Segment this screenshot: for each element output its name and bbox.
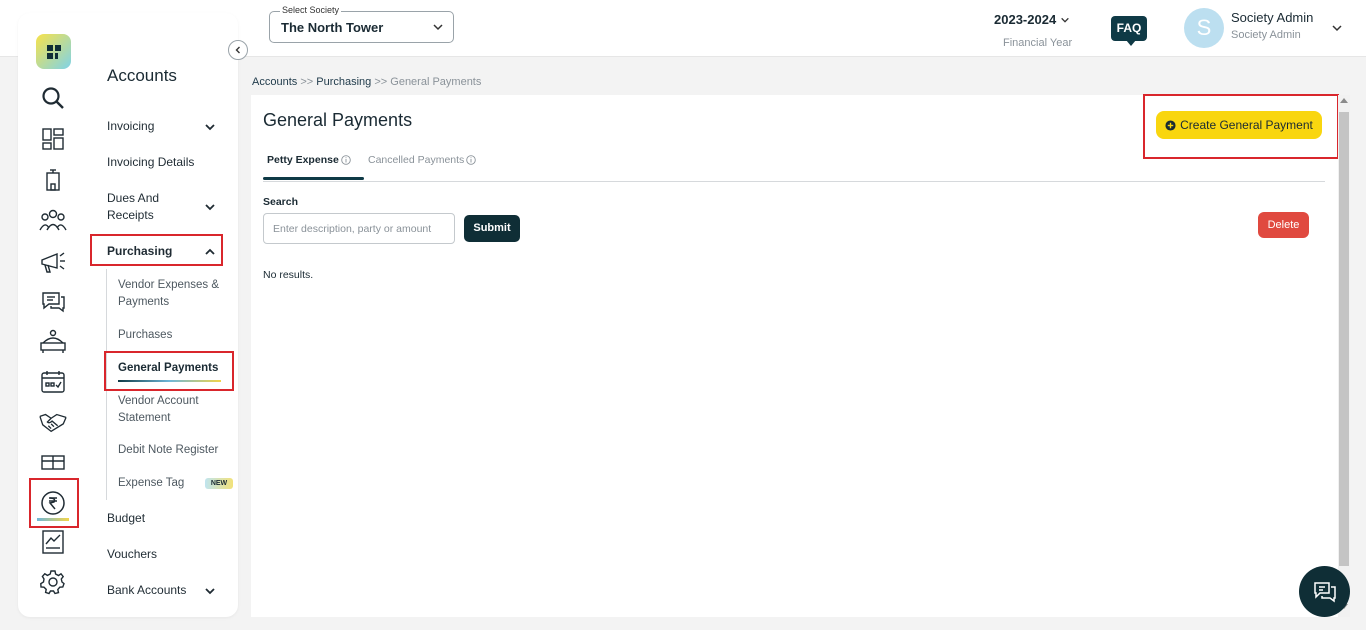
members-icon[interactable] [39, 206, 67, 234]
chevron-left-icon [235, 46, 240, 54]
page-title: General Payments [263, 110, 413, 130]
society-select-value: The North Tower [281, 20, 384, 35]
chevron-up-icon[interactable] [204, 246, 216, 258]
breadcrumb-separator: >> [374, 76, 388, 88]
submit-button[interactable]: Submit [464, 215, 520, 242]
breadcrumb-purchasing[interactable]: Purchasing [316, 76, 371, 88]
settings-icon[interactable] [39, 568, 67, 596]
breadcrumb: Accounts >> Purchasing >> General Paymen… [252, 76, 481, 88]
info-icon [466, 155, 477, 165]
vendor-statement-line1: Vendor Account [118, 395, 199, 407]
announcement-icon[interactable] [39, 247, 67, 275]
sidebar-item-debit-note-register[interactable]: Debit Note Register [118, 442, 218, 459]
sidebar-item-purchasing[interactable]: Purchasing [107, 243, 172, 260]
chat-support-button[interactable] [1299, 566, 1350, 617]
search-icon[interactable] [39, 84, 67, 112]
create-button-label: Create General Payment [1180, 118, 1313, 132]
info-icon [341, 155, 351, 165]
tab-petty-expense[interactable]: Petty Expense [267, 154, 351, 166]
chevron-down-icon[interactable] [1331, 22, 1343, 34]
chevron-down-icon[interactable] [204, 585, 216, 597]
active-item-underline [118, 380, 221, 382]
vendor-statement-line2: Statement [118, 412, 171, 424]
sidebar-item-vendor-expenses[interactable]: Vendor Expenses & Payments [118, 277, 219, 311]
main-content [251, 95, 1338, 617]
breadcrumb-current: General Payments [390, 76, 482, 88]
collapse-sidebar-button[interactable] [228, 40, 248, 60]
rupee-icon[interactable] [39, 489, 67, 517]
sidebar-item-dues-receipts[interactable]: Dues And Receipts [107, 190, 159, 224]
search-label: Search [263, 196, 299, 208]
delete-button[interactable]: Delete [1258, 212, 1309, 238]
faq-button[interactable]: FAQ [1111, 16, 1147, 46]
plus-circle-icon [1165, 119, 1176, 131]
gift-icon[interactable] [39, 447, 67, 475]
tab-divider [263, 181, 1325, 182]
breadcrumb-separator: >> [300, 76, 314, 88]
dashboard-icon[interactable] [39, 125, 67, 153]
society-select[interactable]: Select Society The North Tower [269, 5, 454, 43]
sidebar-item-expense-tag[interactable]: Expense Tag [118, 475, 184, 492]
user-name: Society Admin [1231, 10, 1314, 25]
dues-label-line2: Receipts [107, 208, 154, 222]
sidebar-title: Accounts [107, 66, 177, 85]
sidebar-item-vouchers[interactable]: Vouchers [107, 546, 157, 563]
society-select-label: Select Society [280, 5, 342, 15]
chevron-down-icon[interactable] [204, 201, 216, 213]
chevron-down-icon[interactable] [204, 121, 216, 133]
sidebar-item-bank-accounts[interactable]: Bank Accounts [107, 582, 186, 599]
tab-label: Petty Expense [267, 154, 339, 166]
facility-icon[interactable] [39, 328, 67, 356]
financial-year-label: Financial Year [1003, 37, 1073, 49]
sidebar-item-general-payments[interactable]: General Payments [118, 360, 218, 377]
sidebar-item-budget[interactable]: Budget [107, 510, 145, 527]
chat-icon[interactable] [39, 287, 67, 315]
sidebar-item-vendor-account-statement[interactable]: Vendor Account Statement [118, 393, 199, 427]
tab-cancelled-payments[interactable]: Cancelled Payments [368, 154, 477, 166]
empty-state-text: No results. [263, 269, 314, 281]
create-general-payment-button[interactable]: Create General Payment [1156, 111, 1322, 139]
logo-icon[interactable] [36, 34, 71, 69]
rail-active-indicator [37, 518, 69, 521]
calendar-icon[interactable] [39, 368, 67, 396]
tab-label: Cancelled Payments [368, 154, 465, 166]
vendor-expenses-line2: Payments [118, 296, 170, 308]
reports-icon[interactable] [39, 528, 67, 556]
sidebar-item-invoicing[interactable]: Invoicing [107, 118, 154, 135]
chevron-down-icon [433, 24, 443, 31]
vendor-expenses-line1: Vendor Expenses & [118, 279, 220, 291]
dues-label-line1: Dues And [107, 191, 160, 205]
new-badge: NEW [205, 478, 233, 489]
financial-year-selector[interactable]: 2023-2024 Financial Year [994, 12, 1084, 49]
handshake-icon[interactable] [39, 408, 67, 436]
avatar[interactable]: S [1184, 8, 1224, 48]
scroll-up-arrow-icon[interactable] [1340, 98, 1348, 103]
active-tab-indicator [263, 177, 364, 180]
user-role: Society Admin [1231, 29, 1301, 41]
sidebar-item-purchases[interactable]: Purchases [118, 327, 172, 344]
user-menu[interactable]: Society Admin Society Admin [1231, 10, 1313, 41]
chevron-down-icon [1061, 17, 1069, 23]
sidebar-item-invoicing-details[interactable]: Invoicing Details [107, 154, 194, 171]
search-input[interactable] [263, 213, 455, 244]
chat-bubbles-icon [1313, 581, 1336, 602]
scrollbar-thumb[interactable] [1339, 112, 1349, 566]
financial-year-value: 2023-2024 [994, 12, 1057, 27]
building-icon[interactable] [39, 166, 67, 194]
breadcrumb-accounts[interactable]: Accounts [252, 76, 297, 88]
